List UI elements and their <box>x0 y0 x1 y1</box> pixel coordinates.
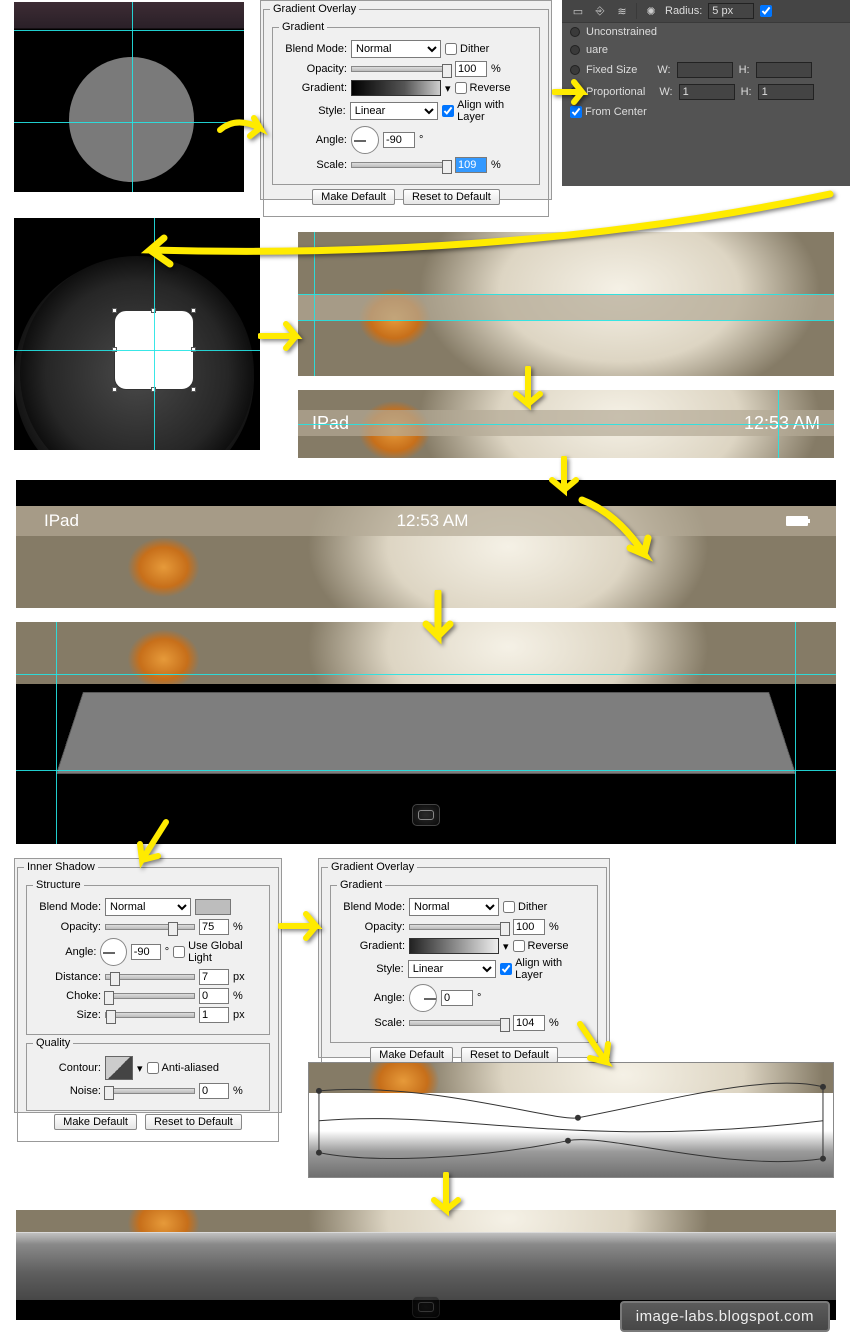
input-size[interactable] <box>199 1007 229 1023</box>
input-angle-2[interactable] <box>441 990 473 1006</box>
label-opacity: Opacity: <box>279 63 347 75</box>
gradient-dropdown-icon[interactable]: ▾ <box>445 82 451 95</box>
checkbox-align-layer[interactable]: Align with Layer <box>442 99 533 123</box>
canvas-status-strip-1 <box>298 232 834 376</box>
checkbox-reverse[interactable]: Reverse <box>455 82 511 94</box>
checkbox-dither[interactable]: Dither <box>445 43 489 55</box>
fieldset-title: Gradient Overlay <box>270 3 359 15</box>
status-carrier: IPad <box>312 413 349 434</box>
select-style[interactable]: Linear <box>350 102 438 120</box>
home-button-final <box>412 1296 440 1318</box>
group-gradient: Gradient <box>279 21 327 33</box>
input-angle[interactable] <box>383 132 415 148</box>
checkbox-antialiased[interactable]: Anti-aliased <box>147 1062 219 1074</box>
panel-inner-shadow: Inner Shadow Structure Blend Mode: Norma… <box>14 858 282 1113</box>
input-is-angle[interactable] <box>131 944 161 960</box>
input-opacity-2[interactable] <box>513 919 545 935</box>
input-fixed-h[interactable] <box>756 62 812 78</box>
status-time-2: 12:53 AM <box>397 511 469 531</box>
radio-unconstrained[interactable] <box>570 27 580 37</box>
select-blend-mode-2[interactable]: Normal <box>409 898 499 916</box>
input-scale[interactable] <box>455 157 487 173</box>
slider-noise[interactable] <box>105 1088 195 1094</box>
reset-default-button-is[interactable]: Reset to Default <box>145 1114 242 1130</box>
input-prop-h[interactable] <box>758 84 814 100</box>
select-is-blend-mode[interactable]: Normal <box>105 898 191 916</box>
make-default-button-2[interactable]: Make Default <box>370 1047 453 1063</box>
slider-scale-2[interactable] <box>409 1020 509 1026</box>
input-radius[interactable] <box>708 3 754 19</box>
make-default-button[interactable]: Make Default <box>312 189 395 205</box>
slider-opacity-2[interactable] <box>409 924 509 930</box>
group-quality: Quality <box>33 1037 73 1049</box>
gradient-dropdown-icon-2[interactable]: ▾ <box>503 940 509 953</box>
angle-dial-is[interactable] <box>100 938 126 966</box>
status-carrier-2: IPad <box>44 511 79 531</box>
panel-gradient-overlay-2: Gradient Overlay Gradient Blend Mode: No… <box>318 858 610 1058</box>
input-fixed-w[interactable] <box>677 62 733 78</box>
gradient-swatch-2[interactable] <box>409 938 499 954</box>
group-structure: Structure <box>33 879 84 891</box>
select-blend-mode[interactable]: Normal <box>351 40 441 58</box>
contour-dropdown-icon[interactable]: ▾ <box>137 1062 143 1075</box>
label-blend-mode: Blend Mode: <box>279 43 347 55</box>
label-angle: Angle: <box>279 134 347 146</box>
canvas-status-strip-2: IPad 12:53 AM <box>298 390 834 458</box>
slider-choke[interactable] <box>105 993 195 999</box>
input-noise[interactable] <box>199 1083 229 1099</box>
input-opacity[interactable] <box>455 61 487 77</box>
checkbox-align-layer-2[interactable]: Align with Layer <box>500 957 591 981</box>
input-scale-2[interactable] <box>513 1015 545 1031</box>
input-prop-w[interactable] <box>679 84 735 100</box>
canvas-warp-mesh <box>308 1062 834 1178</box>
align-left-icon[interactable]: ▭ <box>570 3 586 19</box>
checkbox-dither-2[interactable]: Dither <box>503 901 547 913</box>
radio-proportional[interactable] <box>570 87 580 97</box>
radio-square[interactable] <box>570 45 580 55</box>
label-gradient: Gradient: <box>279 82 347 94</box>
gear-icon[interactable]: ✺ <box>643 3 659 19</box>
color-swatch[interactable] <box>195 899 231 915</box>
checkbox-reverse-2[interactable]: Reverse <box>513 940 569 952</box>
gradient-swatch[interactable] <box>351 80 441 96</box>
angle-dial[interactable] <box>351 126 379 154</box>
canvas-status-wide: IPad 12:53 AM <box>16 480 836 608</box>
label-style: Style: <box>279 105 346 117</box>
home-button-icon <box>412 804 440 826</box>
layers-icon[interactable]: ≋ <box>614 3 630 19</box>
angle-dial-2[interactable] <box>409 984 437 1012</box>
input-distance[interactable] <box>199 969 229 985</box>
label-radius: Radius: <box>665 5 702 17</box>
checkbox-from-center[interactable]: From Center <box>570 106 647 118</box>
checkbox-global-light[interactable]: Use Global Light <box>173 940 263 964</box>
canvas-dock-warp <box>16 622 836 844</box>
label-scale: Scale: <box>279 159 347 171</box>
slider-opacity[interactable] <box>351 66 451 72</box>
canvas-ellipse-guides <box>14 2 244 192</box>
inner-shadow-title: Inner Shadow <box>24 861 98 873</box>
make-default-button-is[interactable]: Make Default <box>54 1114 137 1130</box>
panel-gradient-overlay-1: Gradient Overlay Gradient Blend Mode: No… <box>260 0 552 200</box>
align-center-icon[interactable]: ⎆ <box>592 3 608 19</box>
slider-scale[interactable] <box>351 162 451 168</box>
slider-size[interactable] <box>105 1012 195 1018</box>
checkbox-unknown[interactable] <box>760 5 772 17</box>
battery-icon <box>786 516 808 526</box>
input-is-opacity[interactable] <box>199 919 229 935</box>
radio-fixed-size[interactable] <box>570 65 580 75</box>
watermark: image-labs.blogspot.com <box>620 1301 830 1332</box>
reset-default-button[interactable]: Reset to Default <box>403 189 500 205</box>
select-style-2[interactable]: Linear <box>408 960 496 978</box>
reset-default-button-2[interactable]: Reset to Default <box>461 1047 558 1063</box>
status-time: 12:53 AM <box>744 413 820 434</box>
slider-distance[interactable] <box>105 974 195 980</box>
input-choke[interactable] <box>199 988 229 1004</box>
contour-swatch[interactable] <box>105 1056 133 1080</box>
panel-shape-options: ▭ ⎆ ≋ ✺ Radius: Unconstrained uare Fixed… <box>562 0 850 186</box>
slider-is-opacity[interactable] <box>105 924 195 930</box>
